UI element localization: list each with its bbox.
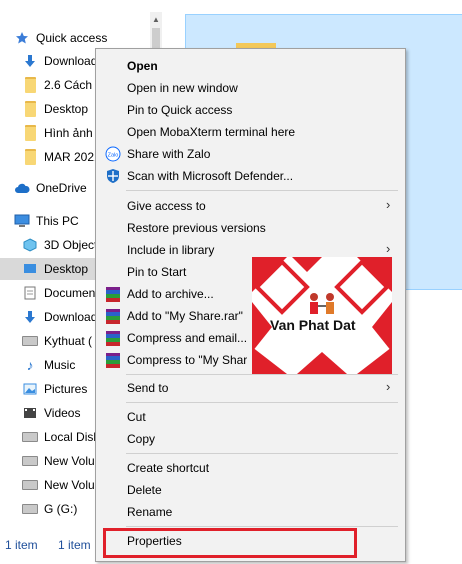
nav-label: Hình ảnh [44, 126, 93, 140]
nav-label: Kythuat ( [44, 334, 93, 348]
chevron-right-icon: › [386, 241, 391, 256]
drive-icon [22, 477, 38, 493]
menu-label: Share with Zalo [127, 147, 211, 161]
menu-separator [126, 526, 398, 527]
defender-shield-icon [105, 168, 121, 184]
folder-icon [22, 77, 38, 93]
menu-label: Restore previous versions [127, 221, 266, 235]
menu-item-send-to[interactable]: Send to › [96, 377, 405, 399]
nav-label: Desktop [44, 102, 89, 116]
menu-label: Compress to "My Share.rar" and email [127, 353, 247, 367]
desktop-icon [22, 261, 38, 277]
drive-icon [22, 501, 38, 517]
menu-item-open[interactable]: Open [96, 55, 405, 77]
menu-label: Pin to Quick access [127, 103, 233, 117]
watermark-text: Van Phat Dat [270, 317, 356, 333]
computer-icon [14, 213, 30, 229]
menu-separator [126, 402, 398, 403]
pictures-icon [22, 381, 38, 397]
menu-label: Add to "My Share.rar" [127, 309, 243, 323]
drive-icon [22, 333, 38, 349]
menu-label: Copy [127, 432, 156, 446]
document-icon [22, 285, 38, 301]
menu-separator [126, 453, 398, 454]
menu-item-delete[interactable]: Delete [96, 479, 405, 501]
menu-separator [126, 190, 398, 191]
status-item-count-right: 1 item [58, 538, 91, 552]
nav-label: MAR 2021 [44, 150, 101, 164]
menu-label: Delete [127, 483, 162, 497]
nav-label: Videos [44, 406, 81, 420]
drive-icon [22, 453, 38, 469]
folder-icon [22, 149, 38, 165]
folder-icon [22, 101, 38, 117]
music-icon: ♪ [26, 357, 34, 373]
cube-icon [22, 237, 38, 253]
folder-icon [22, 125, 38, 141]
menu-label: Give access to [127, 199, 206, 213]
menu-item-scan-defender[interactable]: Scan with Microsoft Defender... [96, 165, 405, 187]
nav-label: OneDrive [36, 181, 87, 195]
menu-label: Cut [127, 410, 146, 424]
zalo-icon: Zalo [105, 146, 121, 162]
menu-label: Rename [127, 505, 173, 519]
scroll-up-icon[interactable]: ▲ [150, 12, 162, 26]
menu-item-open-mobaxterm[interactable]: Open MobaXterm terminal here [96, 121, 405, 143]
watermark-logo: Van Phat Dat [252, 257, 392, 374]
nav-label: Local Disk [44, 430, 100, 444]
menu-item-cut[interactable]: Cut [96, 406, 405, 428]
downloads-arrow-icon [22, 53, 38, 69]
downloads-arrow-icon [22, 309, 38, 325]
nav-label: Pictures [44, 382, 88, 396]
chevron-right-icon: › [386, 197, 391, 212]
menu-item-open-new-window[interactable]: Open in new window [96, 77, 405, 99]
menu-separator [126, 374, 398, 375]
menu-label: Send to [127, 381, 169, 395]
cloud-icon [14, 180, 30, 196]
winrar-icon [105, 352, 121, 368]
menu-item-rename[interactable]: Rename [96, 501, 405, 523]
menu-label: Scan with Microsoft Defender... [127, 169, 294, 183]
menu-label: Open MobaXterm terminal here [127, 125, 296, 139]
menu-item-create-shortcut[interactable]: Create shortcut [96, 457, 405, 479]
nav-label: G (G:) [44, 502, 78, 516]
svg-text:Zalo: Zalo [108, 153, 119, 159]
video-icon [22, 405, 38, 421]
menu-label: Compress and email... [127, 331, 248, 345]
menu-label: Open [127, 59, 158, 73]
menu-item-share-zalo[interactable]: Zalo Share with Zalo [96, 143, 405, 165]
menu-item-restore-versions[interactable]: Restore previous versions [96, 217, 405, 239]
nav-label: Music [44, 358, 76, 372]
winrar-icon [105, 330, 121, 346]
menu-label: Open in new window [127, 81, 238, 95]
nav-label: This PC [36, 214, 79, 228]
menu-label: Include in library [127, 243, 215, 257]
star-icon [14, 30, 30, 46]
properties-highlight-box [103, 528, 357, 558]
menu-label: Create shortcut [127, 461, 210, 475]
logo-diamond-pattern [252, 257, 392, 374]
status-item-count: 1 item [5, 538, 38, 552]
menu-label: Pin to Start [127, 265, 187, 279]
nav-label: Quick access [36, 31, 108, 45]
menu-item-give-access[interactable]: Give access to › [96, 195, 405, 217]
menu-label: Add to archive... [127, 287, 214, 301]
winrar-icon [105, 286, 121, 302]
menu-item-copy[interactable]: Copy [96, 428, 405, 450]
drive-icon [22, 429, 38, 445]
nav-label: Desktop [44, 262, 89, 276]
menu-item-pin-quick-access[interactable]: Pin to Quick access [96, 99, 405, 121]
winrar-icon [105, 308, 121, 324]
nav-label: 2.6 Cách [44, 78, 93, 92]
chevron-right-icon: › [386, 379, 391, 394]
